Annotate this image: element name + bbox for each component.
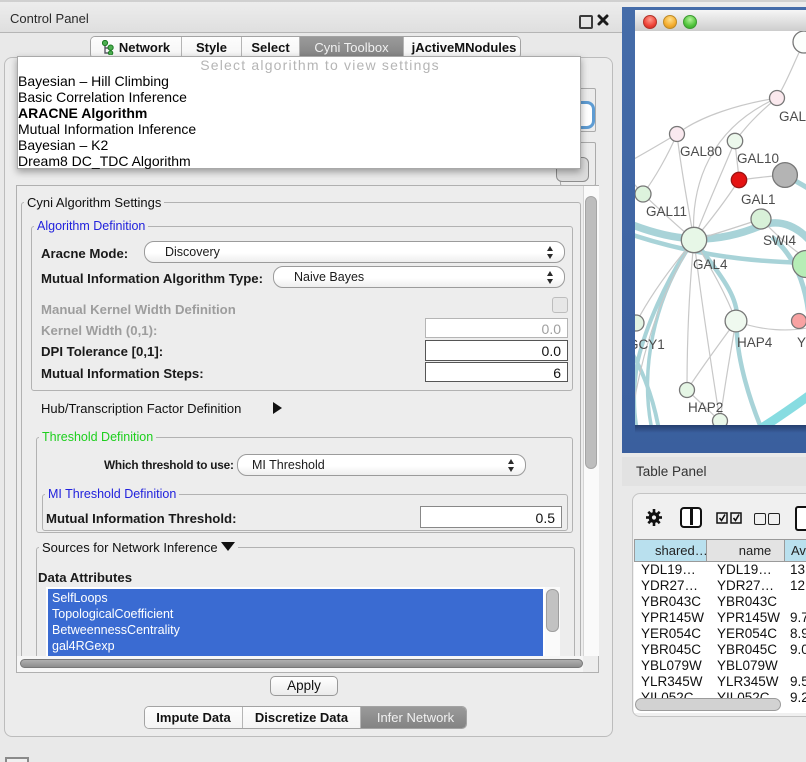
svg-text:GAL1: GAL1: [741, 192, 776, 207]
svg-text:HAP2: HAP2: [688, 400, 723, 415]
svg-text:GAL: GAL: [779, 109, 806, 124]
svg-text:Y: Y: [797, 335, 806, 350]
svg-text:GAL11: GAL11: [646, 204, 687, 219]
svg-text:GAL10: GAL10: [737, 151, 779, 166]
svg-text:SWI4: SWI4: [763, 233, 796, 248]
svg-text:GAL4: GAL4: [693, 257, 728, 272]
svg-text:GCY1: GCY1: [635, 337, 665, 352]
svg-text:HAP4: HAP4: [737, 335, 773, 350]
svg-text:GAL80: GAL80: [680, 144, 722, 159]
